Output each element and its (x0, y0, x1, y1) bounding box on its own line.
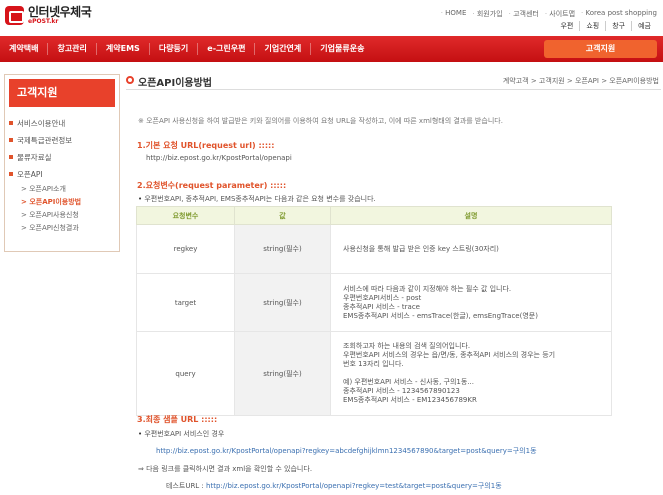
content-header: 오픈API이용방법 계약고객 > 고객지원 > 오픈API > 오픈API이용방… (126, 73, 661, 90)
arrow-icon: ⇒ (138, 465, 147, 473)
util-home-link[interactable]: HOME (441, 9, 466, 19)
top-header: 인터넷우체국 ePOST.kr HOME 회원가입 고객센터 사이트맵 Kore… (0, 0, 663, 36)
page-title: 오픈API이용방법 (138, 78, 212, 89)
nav-item-customer-support[interactable]: 고객지원 (544, 40, 657, 58)
test-url-row: 테스트URL : http://biz.epost.go.kr/KpostPor… (166, 481, 502, 491)
sidebar-sub-api-apply[interactable]: > 오픈API사용신청 (5, 209, 119, 222)
base-request-url: http://biz.epost.go.kr/KpostPortal/opena… (146, 154, 292, 162)
param-name: regkey (136, 224, 235, 274)
param-name: target (136, 273, 235, 332)
nav-item-bulk-registered[interactable]: 다량등기 (150, 43, 199, 55)
test-note: ⇒ 다음 링크를 클릭하시면 결과 xml을 확인할 수 있습니다. (138, 465, 313, 473)
header-description: 설명 (330, 206, 612, 225)
header-value: 값 (234, 206, 331, 225)
param-value: string(필수) (234, 224, 331, 274)
param-name: query (136, 331, 235, 416)
service-shopping-link[interactable]: 쇼핑 (579, 21, 605, 31)
header-param: 요청변수 (136, 206, 235, 225)
table-row: target string(필수) 서비스에 따라 다음과 같이 지정해야 하는… (136, 273, 612, 332)
service-counter-link[interactable]: 창구 (605, 21, 631, 31)
sidebar-item-open-api[interactable]: 오픈API (5, 166, 119, 183)
logo-subtitle: ePOST.kr (28, 18, 59, 25)
sidebar: 고객지원 서비스이용안내 국제특급관련정보 물류자료실 오픈API > 오픈AP… (4, 74, 120, 252)
parameter-note: 우편번호API, 종추적API, EMS종추적API는 다음과 같은 요청 변수… (138, 194, 375, 204)
sidebar-title: 고객지원 (9, 79, 115, 107)
section-request-url-title: 1.기본 요청 URL(request url) ::::: (137, 141, 275, 150)
section-sample-url-title: 3.최종 샘플 URL ::::: (137, 415, 218, 424)
bullet-icon (9, 172, 13, 176)
intro-text: ※ 오픈API 사용신청을 하여 발급받은 키와 질의어를 이용하여 요청 UR… (138, 117, 503, 125)
section-request-parameter-title: 2.요청변수(request parameter) ::::: (137, 181, 287, 190)
parameter-table: 요청변수 값 설명 regkey string(필수) 사용신청을 통해 발급 … (136, 206, 612, 416)
test-url-link[interactable]: http://biz.epost.go.kr/KpostPortal/opena… (206, 482, 502, 490)
utility-links: HOME 회원가입 고객센터 사이트맵 Korea post shopping (441, 9, 657, 19)
util-join-link[interactable]: 회원가입 (472, 9, 503, 19)
param-value: string(필수) (234, 273, 331, 332)
nav-item-warehouse[interactable]: 창고관리 (48, 43, 97, 55)
epost-logo-icon (5, 6, 24, 25)
nav-item-e-green-mail[interactable]: e-그린우편 (198, 43, 256, 55)
bullet-icon (9, 155, 13, 159)
table-header-row: 요청변수 값 설명 (136, 206, 612, 225)
param-value: string(필수) (234, 331, 331, 416)
sample-case-label: 우편번호API 서비스인 경우 (138, 429, 224, 439)
param-description: 사용신청을 통해 발급 받은 인증 key 스트링(30자리) (330, 224, 612, 274)
nav-item-contract-ems[interactable]: 계약EMS (97, 43, 150, 55)
nav-item-logistics[interactable]: 기업물류운송 (311, 43, 373, 55)
util-sitemap-link[interactable]: 사이트맵 (545, 9, 575, 19)
logo-title: 인터넷우체국 (28, 5, 92, 19)
sidebar-item-intl-express[interactable]: 국제특급관련정보 (5, 132, 119, 149)
param-description: 서비스에 따라 다음과 같이 지정해야 하는 필수 값 입니다. 우편번호API… (330, 273, 612, 332)
sidebar-item-service-guide[interactable]: 서비스이용안내 (5, 115, 119, 132)
breadcrumb: 계약고객 > 고객지원 > 오픈API > 오픈API이용방법 (502, 77, 659, 85)
logo[interactable]: 인터넷우체국 ePOST.kr (5, 5, 92, 25)
service-bank-link[interactable]: 예금 (631, 21, 657, 31)
bullet-icon (9, 121, 13, 125)
bullet-icon (9, 138, 13, 142)
sample-url-link[interactable]: http://biz.epost.go.kr/KpostPortal/opena… (156, 446, 537, 456)
sidebar-item-logistics-archive[interactable]: 물류자료실 (5, 149, 119, 166)
table-row: query string(필수) 조회하고자 하는 내용의 검색 질의어입니다.… (136, 331, 612, 416)
main-nav: 계약택배 창고관리 계약EMS 다량등기 e-그린우편 기업간연계 기업물류운송… (0, 36, 663, 62)
util-support-link[interactable]: 고객센터 (509, 9, 539, 19)
nav-item-contract-parcel[interactable]: 계약택배 (0, 43, 49, 55)
sidebar-sub-api-usage[interactable]: > 오픈API이용방법 (5, 196, 119, 209)
service-mail-link[interactable]: 우편 (554, 21, 579, 31)
service-links: 우편 쇼핑 창구 예금 (554, 21, 657, 31)
table-row: regkey string(필수) 사용신청을 통해 발급 받은 인증 key … (136, 224, 612, 274)
param-description: 조회하고자 하는 내용의 검색 질의어입니다. 우편번호API 서비스의 경우는… (330, 331, 612, 416)
sidebar-sub-api-result[interactable]: > 오픈API신청결과 (5, 222, 119, 235)
util-shopping-link[interactable]: Korea post shopping (581, 9, 658, 19)
sidebar-sub-api-intro[interactable]: > 오픈API소개 (5, 183, 119, 196)
nav-item-b2b-link[interactable]: 기업간연계 (255, 43, 312, 55)
test-url-label: 테스트URL : (166, 482, 204, 490)
